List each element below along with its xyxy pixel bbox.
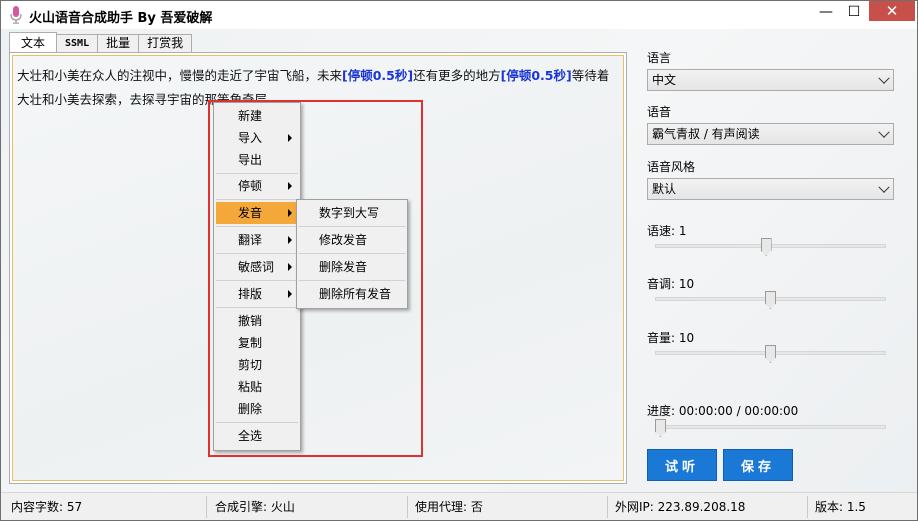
menu-item-import[interactable]: 导入 [216, 127, 298, 149]
status-engine: 合成引擎: 火山 [215, 500, 295, 514]
status-bar: 内容字数: 57 合成引擎: 火山 使用代理: 否 外网IP: 223.89.2… [1, 492, 917, 520]
menu-separator [216, 422, 298, 423]
voice-style-label: 语音风格 [647, 160, 696, 174]
menu-separator [299, 253, 405, 254]
editor-text-segment: 还有更多的地方 [413, 68, 501, 83]
tab-ssml[interactable]: SSML [56, 34, 99, 53]
submenu-item-delete-all-pronunciation[interactable]: 删除所有发音 [299, 282, 405, 306]
menu-item-sensitive-words[interactable]: 敏感词 [216, 256, 298, 278]
submenu-arrow-icon [288, 182, 292, 190]
menu-item-new[interactable]: 新建 [216, 105, 298, 127]
submenu-arrow-icon [288, 263, 292, 271]
menu-item-delete[interactable]: 删除 [216, 398, 298, 420]
voice-style-select[interactable]: 默认 [647, 178, 894, 200]
editor-text-segment: 等待着 [571, 68, 610, 83]
submenu-arrow-icon [288, 236, 292, 244]
maximize-button[interactable]: ☐ [840, 1, 868, 23]
pitch-label: 音调: 10 [647, 277, 695, 291]
chevron-down-icon [878, 181, 890, 193]
speed-label: 语速: 1 [647, 224, 687, 238]
close-button[interactable]: ✕ [869, 1, 915, 21]
speed-slider-thumb[interactable] [760, 238, 772, 256]
chevron-down-icon [878, 126, 890, 138]
menu-separator [216, 173, 298, 174]
minimize-button[interactable]: — [812, 1, 840, 23]
voice-select[interactable]: 霸气青叔 / 有声阅读 [647, 123, 894, 145]
voice-label: 语音 [647, 105, 672, 119]
menu-item-select-all[interactable]: 全选 [216, 425, 298, 447]
pronunciation-submenu: 数字到大写 修改发音 删除发音 删除所有发音 [296, 199, 408, 309]
menu-separator [216, 280, 298, 281]
menu-item-undo[interactable]: 撤销 [216, 310, 298, 332]
menu-separator [299, 226, 405, 227]
context-menu: 新建 导入 导出 停顿 发音 翻译 敏感词 排版 撤销 复制 剪切 粘贴 删除 … [213, 102, 301, 451]
pause-tag: [停顿0.5秒] [500, 68, 572, 83]
chevron-down-icon [878, 72, 890, 84]
save-button[interactable]: 保存 [723, 449, 793, 481]
voice-style-select-value: 默认 [652, 182, 677, 196]
submenu-arrow-icon [288, 290, 292, 298]
tab-text[interactable]: 文本 [9, 32, 58, 53]
menu-item-copy[interactable]: 复制 [216, 332, 298, 354]
menu-item-layout[interactable]: 排版 [216, 283, 298, 305]
language-select[interactable]: 中文 [647, 69, 894, 91]
pitch-slider-thumb[interactable] [765, 291, 776, 309]
menu-item-export[interactable]: 导出 [216, 149, 298, 171]
voice-select-value: 霸气青叔 / 有声阅读 [652, 127, 760, 141]
status-ip: 外网IP: 223.89.208.18 [615, 500, 746, 514]
language-select-value: 中文 [652, 73, 677, 87]
tab-donate[interactable]: 打赏我 [138, 34, 193, 53]
listen-button[interactable]: 试听 [647, 449, 717, 481]
window-title: 火山语音合成助手 By 吾爱破解 [29, 11, 213, 26]
volume-label: 音量: 10 [647, 331, 695, 345]
submenu-item-modify-pronunciation[interactable]: 修改发音 [299, 228, 405, 252]
menu-separator [216, 199, 298, 200]
pause-tag: [停顿0.5秒] [342, 68, 414, 83]
title-bar[interactable]: 火山语音合成助手 By 吾爱破解 — ☐ ✕ [1, 1, 917, 29]
menu-item-paste[interactable]: 粘贴 [216, 376, 298, 398]
volume-slider-thumb[interactable] [765, 345, 776, 363]
menu-item-cut[interactable]: 剪切 [216, 354, 298, 376]
progress-slider-thumb[interactable] [655, 419, 666, 437]
menu-separator [216, 226, 298, 227]
status-version: 版本: 1.5 [815, 500, 866, 514]
editor-text-segment: 大壮和小美在众人的注视中，慢慢的走近了宇宙飞船，未来 [17, 68, 343, 83]
microphone-icon [10, 6, 22, 24]
progress-label: 进度: 00:00:00 / 00:00:00 [647, 404, 799, 418]
status-char-count: 内容字数: 57 [11, 500, 83, 514]
tab-bar: 文本 SSML 批量 打赏我 [9, 32, 193, 53]
menu-separator [216, 253, 298, 254]
menu-item-translate[interactable]: 翻译 [216, 229, 298, 251]
language-label: 语言 [647, 51, 672, 65]
menu-item-pronunciation[interactable]: 发音 [216, 202, 298, 224]
progress-slider-track[interactable] [655, 425, 886, 429]
submenu-arrow-icon [288, 209, 292, 217]
submenu-item-number-to-uppercase[interactable]: 数字到大写 [299, 201, 405, 225]
status-proxy: 使用代理: 否 [415, 500, 483, 514]
menu-item-pause[interactable]: 停顿 [216, 175, 298, 197]
app-window: 火山语音合成助手 By 吾爱破解 — ☐ ✕ 文本 SSML 批量 打赏我 大壮… [0, 0, 918, 521]
tab-batch[interactable]: 批量 [97, 34, 140, 53]
submenu-arrow-icon [288, 134, 292, 142]
submenu-item-delete-pronunciation[interactable]: 删除发音 [299, 255, 405, 279]
menu-separator [216, 307, 298, 308]
menu-separator [299, 280, 405, 281]
